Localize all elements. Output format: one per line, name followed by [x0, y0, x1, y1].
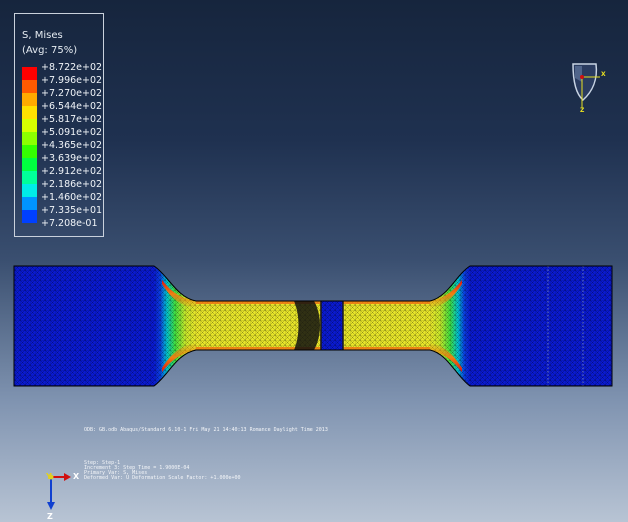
triad-x-label: X [73, 472, 80, 481]
specimen-neck [196, 301, 430, 350]
specimen-right-fillet [430, 266, 470, 386]
specimen-right-grip [470, 266, 612, 386]
view-cube-icon[interactable] [572, 63, 600, 108]
view-cube-x-label: X [601, 71, 606, 78]
specimen-left-grip [14, 266, 154, 386]
odb-info-line: ODB: GB.odb Abaqus/Standard 6.10-1 Fri M… [84, 427, 328, 433]
model-canvas[interactable] [0, 0, 628, 522]
deformed-var-line: Deformed Var: U Deformation Scale Factor… [84, 475, 241, 481]
triad-y-label: Y [46, 472, 52, 481]
step-info-block: Step: Step-1 Increment 3: Step Time = 1.… [84, 461, 241, 481]
view-cube-z-label: Z [580, 107, 585, 114]
triad-z-label: Z [47, 512, 53, 521]
specimen-left-fillet [154, 266, 196, 386]
